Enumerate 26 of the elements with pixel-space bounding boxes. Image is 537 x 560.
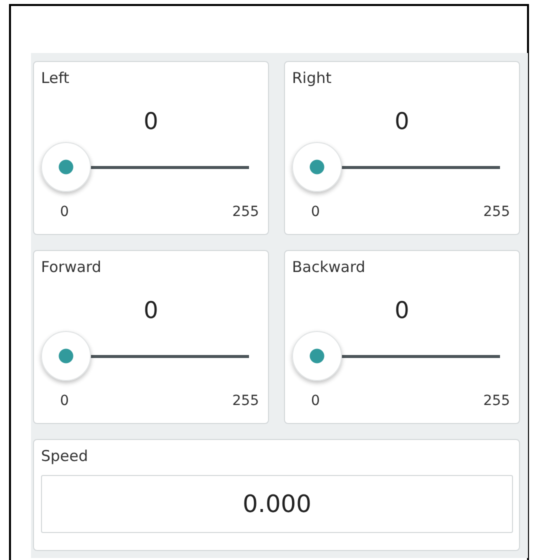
slider-thumb[interactable] [41, 142, 91, 192]
slider[interactable] [292, 142, 500, 192]
slider-max-label: 255 [483, 392, 510, 411]
slider-thumb[interactable] [292, 142, 342, 192]
slider-max-label: 255 [483, 203, 510, 222]
slider-min-label: 0 [60, 203, 69, 222]
slider-label: Backward [292, 257, 366, 277]
slider-thumb[interactable] [41, 331, 91, 381]
slider[interactable] [41, 142, 249, 192]
slider-value: 0 [394, 108, 410, 136]
slider-label: Left [41, 68, 70, 88]
slider-value: 0 [394, 297, 410, 325]
slider-label: Right [292, 68, 332, 88]
slider-value: 0 [144, 297, 158, 325]
slider-thumb[interactable] [292, 331, 342, 381]
slider-min-label: 0 [311, 203, 320, 222]
slider-max-label: 255 [232, 203, 259, 222]
slider-min-label: 0 [60, 392, 69, 411]
speed-value: 0.000 [242, 489, 312, 520]
slider[interactable] [41, 331, 249, 381]
slider-min-label: 0 [311, 392, 320, 411]
slider-value: 0 [144, 108, 158, 136]
slider[interactable] [292, 331, 500, 381]
speed-label: Speed [41, 446, 88, 466]
slider-max-label: 255 [232, 392, 259, 411]
slider-label: Forward [41, 257, 102, 277]
